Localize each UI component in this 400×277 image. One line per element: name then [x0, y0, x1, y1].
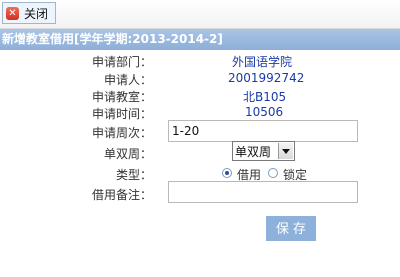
- type-label: 类型：: [115, 168, 152, 182]
- department-value: 外国语学院: [232, 55, 293, 69]
- type-radio-borrow[interactable]: [222, 168, 232, 178]
- classroom-value: 北B105: [243, 90, 287, 104]
- applicant-value: 2001992742: [228, 71, 305, 85]
- time-label: 申请时间：: [91, 107, 152, 121]
- form-title: 新增教室借用[学年学期:2013-2014-2]: [0, 29, 400, 50]
- weeks-label: 申请周次：: [91, 126, 152, 140]
- week-parity-select[interactable]: 单双周: [232, 141, 295, 161]
- department-label: 申请部门：: [91, 55, 152, 69]
- week-parity-selected: 单双周: [235, 144, 272, 159]
- classroom-label: 申请教室：: [91, 90, 152, 104]
- close-button[interactable]: ✕ 关闭: [2, 2, 56, 24]
- weeks-input[interactable]: [168, 120, 358, 142]
- time-value: 10506: [245, 105, 284, 119]
- remark-input[interactable]: [168, 181, 358, 203]
- week-parity-label: 单双周：: [103, 147, 152, 161]
- save-button[interactable]: 保存: [266, 216, 316, 241]
- chevron-down-icon[interactable]: [278, 143, 293, 159]
- toolbar: ✕ 关闭: [0, 0, 400, 29]
- close-label: 关闭: [24, 6, 49, 21]
- type-radio-lock[interactable]: [268, 168, 278, 178]
- applicant-label: 申请人：: [103, 73, 152, 87]
- close-icon: ✕: [6, 6, 19, 20]
- remark-label: 借用备注：: [91, 188, 152, 202]
